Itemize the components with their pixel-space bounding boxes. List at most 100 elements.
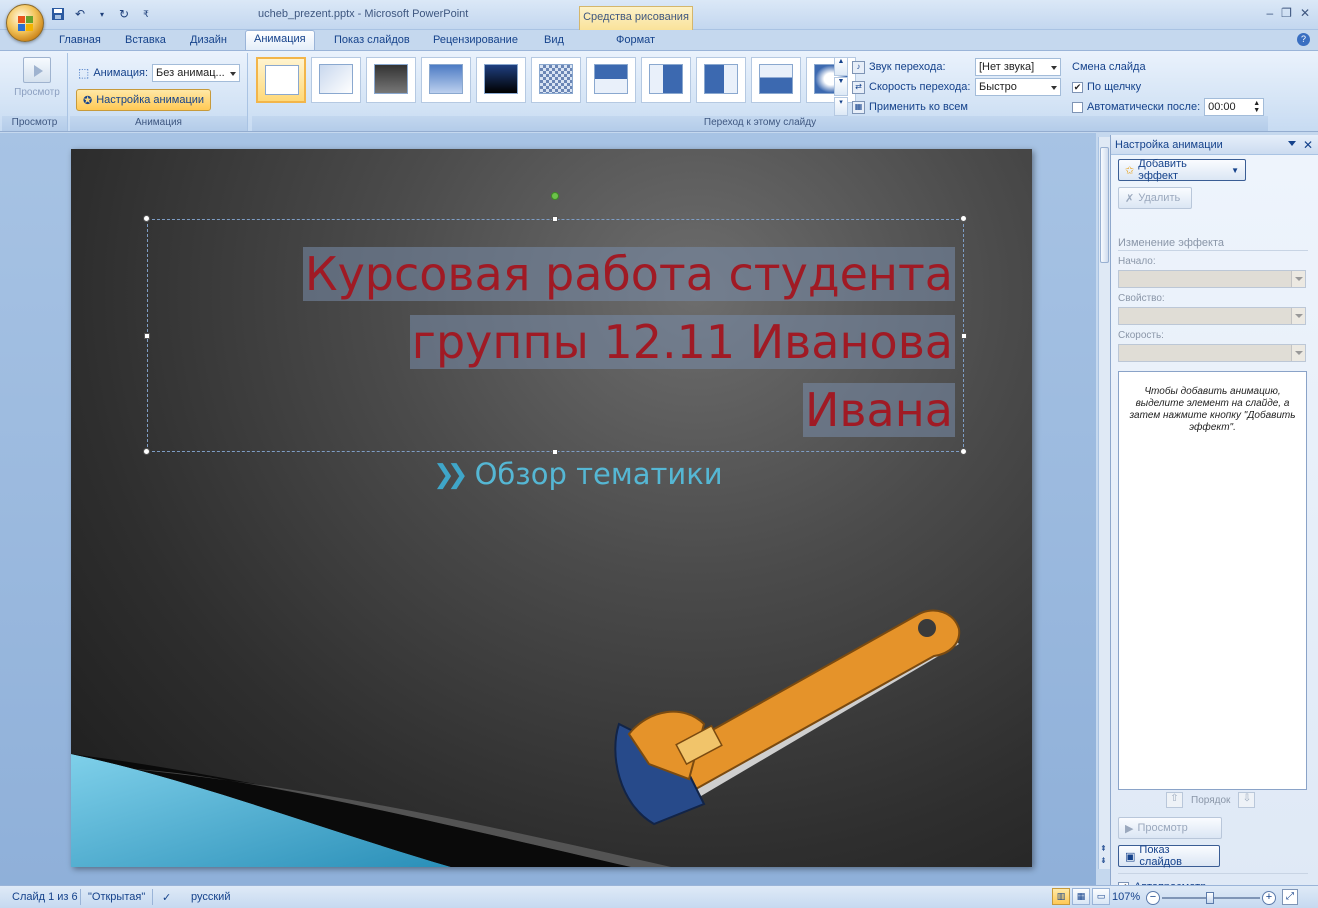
sound-combo[interactable]: [Нет звука] bbox=[975, 58, 1061, 76]
transition-wipe-up[interactable] bbox=[751, 57, 801, 103]
resize-handle-top[interactable] bbox=[552, 216, 558, 222]
zoom-in-button[interactable]: + bbox=[1262, 891, 1276, 905]
tab-home[interactable]: Главная bbox=[59, 32, 101, 51]
slideshow-icon: ▣ bbox=[1125, 850, 1136, 863]
normal-view-button[interactable]: ▥ bbox=[1052, 888, 1070, 905]
ribbon-tabs: Главная Вставка Дизайн Анимация Показ сл… bbox=[0, 30, 1318, 51]
tab-review[interactable]: Рецензирование bbox=[433, 32, 518, 51]
resize-handle-bottom-right[interactable] bbox=[960, 448, 967, 455]
on-click-checkbox[interactable]: ✔ bbox=[1072, 81, 1083, 93]
office-button[interactable] bbox=[6, 4, 44, 42]
office-logo-icon bbox=[18, 16, 33, 31]
slide-change-section: Смена слайда ✔ По щелчку Автоматически п… bbox=[1072, 57, 1265, 117]
speed-combo[interactable]: Быстро bbox=[975, 78, 1061, 96]
restore-button[interactable]: ❐ bbox=[1281, 6, 1292, 20]
zoom-slider[interactable]: − + bbox=[1146, 890, 1276, 906]
preview-button[interactable]: Просмотр bbox=[10, 57, 64, 98]
apply-all-icon: ▦ bbox=[852, 100, 865, 114]
slideshow-view-button[interactable]: ▭ bbox=[1092, 888, 1110, 905]
workspace-vertical-scrollbar[interactable]: ⇞ ⇟ bbox=[1098, 137, 1110, 869]
transition-split[interactable] bbox=[806, 57, 856, 103]
resize-handle-bottom[interactable] bbox=[552, 449, 558, 455]
order-down-button[interactable]: ⇩ bbox=[1238, 792, 1256, 808]
animation-list[interactable]: Чтобы добавить анимацию, выделите элемен… bbox=[1118, 371, 1307, 790]
resize-handle-right[interactable] bbox=[961, 333, 967, 339]
slideshow-button[interactable]: ▣ Показ слайдов bbox=[1118, 844, 1220, 868]
view-buttons: ▥ ▦ ▭ bbox=[1052, 888, 1110, 905]
close-button[interactable]: ✕ bbox=[1300, 6, 1310, 20]
preview-effect-button[interactable]: ▶ Просмотр bbox=[1118, 817, 1222, 839]
resize-handle-bottom-left[interactable] bbox=[143, 448, 150, 455]
fit-to-window-icon[interactable]: ⤢ bbox=[1282, 889, 1298, 905]
animation-hint-text: Чтобы добавить анимацию, выделите элемен… bbox=[1129, 386, 1296, 433]
spinner-icon[interactable]: ▲ ▼ bbox=[1253, 100, 1260, 114]
slide-sorter-button[interactable]: ▦ bbox=[1072, 888, 1090, 905]
pane-header: Настройка анимации ✕ bbox=[1111, 135, 1318, 155]
minimize-button[interactable]: – bbox=[1266, 6, 1273, 20]
play-icon: ▶ bbox=[1125, 822, 1134, 835]
transition-fade-smooth[interactable] bbox=[311, 57, 361, 103]
pane-menu-icon[interactable] bbox=[1288, 141, 1296, 146]
transition-dissolve[interactable] bbox=[531, 57, 581, 103]
property-combo[interactable] bbox=[1118, 307, 1306, 325]
resize-handle-left[interactable] bbox=[144, 333, 150, 339]
speed-row: ⇄ Скорость перехода: Быстро bbox=[852, 77, 1061, 97]
tab-slideshow[interactable]: Показ слайдов bbox=[334, 32, 410, 51]
zoom-level[interactable]: 107% bbox=[1112, 891, 1140, 903]
slide-subtitle[interactable]: ❯❯ Обзор тематики bbox=[433, 457, 723, 491]
transition-wipe-right[interactable] bbox=[696, 57, 746, 103]
transition-wipe-down[interactable] bbox=[586, 57, 636, 103]
gallery-more-button[interactable]: ▾ bbox=[834, 97, 848, 116]
help-icon[interactable]: ? bbox=[1297, 33, 1310, 46]
status-bar: Слайд 1 из 6 "Открытая" ✓ русский ▥ ▦ ▭ … bbox=[0, 885, 1318, 908]
resize-handle-top-left[interactable] bbox=[143, 215, 150, 222]
auto-after-checkbox[interactable] bbox=[1072, 101, 1083, 113]
save-icon[interactable] bbox=[50, 6, 66, 22]
transition-fade-black[interactable] bbox=[366, 57, 416, 103]
transition-wipe-left[interactable] bbox=[641, 57, 691, 103]
window-controls: – ❐ ✕ bbox=[1266, 6, 1310, 20]
remove-effect-button[interactable]: ✗ Удалить bbox=[1118, 187, 1192, 209]
rotate-handle[interactable] bbox=[551, 192, 559, 200]
wrench-icon bbox=[614, 609, 961, 826]
undo-dropdown-icon[interactable]: ▾ bbox=[94, 6, 110, 22]
transition-none[interactable] bbox=[256, 57, 306, 103]
next-slide-icon[interactable]: ⇟ bbox=[1100, 856, 1107, 865]
animation-combo[interactable]: Без анимац... bbox=[152, 64, 241, 82]
tab-animation[interactable]: Анимация bbox=[245, 30, 315, 51]
zoom-out-button[interactable]: − bbox=[1146, 891, 1160, 905]
customize-qat-icon[interactable]: ₹ bbox=[138, 6, 154, 22]
tab-format[interactable]: Формат bbox=[616, 32, 655, 51]
theme-name: "Открытая" bbox=[88, 891, 146, 903]
redo-icon[interactable]: ↻ bbox=[116, 6, 132, 22]
add-effect-button[interactable]: ✩ Добавить эффект ▼ bbox=[1118, 158, 1246, 182]
gallery-scroll: ▲ ▼ ▾ bbox=[834, 57, 848, 116]
gallery-down-button[interactable]: ▼ bbox=[834, 77, 848, 96]
order-up-button[interactable]: ⇧ bbox=[1166, 792, 1183, 808]
gallery-up-button[interactable]: ▲ bbox=[834, 57, 848, 76]
tab-insert[interactable]: Вставка bbox=[125, 32, 166, 51]
scrollbar-thumb[interactable] bbox=[1100, 147, 1109, 263]
undo-icon[interactable]: ↶ bbox=[72, 6, 88, 22]
speed-combo[interactable] bbox=[1118, 344, 1306, 362]
spellcheck-icon[interactable]: ✓ bbox=[162, 891, 171, 904]
resize-handle-top-right[interactable] bbox=[960, 215, 967, 222]
status-separator bbox=[80, 889, 81, 905]
ribbon: Просмотр Просмотр ⬚ Анимация: Без анимац… bbox=[0, 50, 1318, 132]
tab-view[interactable]: Вид bbox=[544, 32, 564, 51]
auto-after-time-input[interactable]: 00:00 ▲ ▼ bbox=[1204, 98, 1265, 116]
slide-canvas[interactable]: Курсовая работа студента группы 12.11 Ив… bbox=[71, 149, 1032, 867]
sound-icon: ♪ bbox=[852, 60, 865, 74]
prev-slide-icon[interactable]: ⇞ bbox=[1100, 844, 1107, 853]
transition-group-label: Переход к этому слайду bbox=[252, 116, 1268, 131]
zoom-knob[interactable] bbox=[1206, 892, 1214, 904]
language[interactable]: русский bbox=[191, 891, 230, 903]
start-combo[interactable] bbox=[1118, 270, 1306, 288]
transition-cut-black[interactable] bbox=[476, 57, 526, 103]
tab-design[interactable]: Дизайн bbox=[190, 32, 227, 51]
slide-title[interactable]: Курсовая работа студента группы 12.11 Ив… bbox=[207, 240, 955, 444]
custom-animation-button[interactable]: ✪ Настройка анимации bbox=[76, 89, 212, 111]
transition-cut[interactable] bbox=[421, 57, 471, 103]
apply-all-button[interactable]: ▦ Применить ко всем bbox=[852, 97, 1061, 117]
pane-close-icon[interactable]: ✕ bbox=[1303, 138, 1313, 152]
